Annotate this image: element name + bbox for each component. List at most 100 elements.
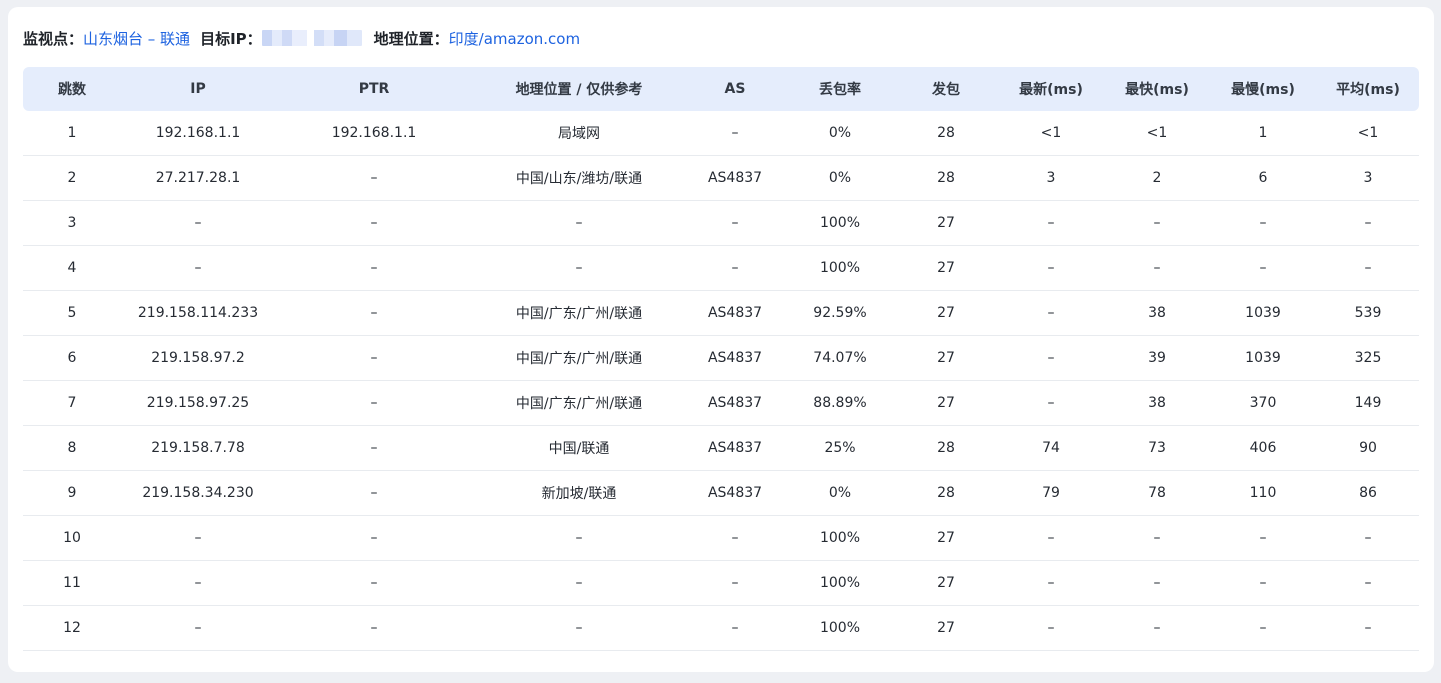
table-cell: 8 xyxy=(23,425,121,471)
column-header: IP xyxy=(190,81,206,97)
table-cell: – xyxy=(275,380,473,426)
table-cell: 6 xyxy=(23,335,121,381)
table-cell: – xyxy=(275,200,473,246)
table-cell: – xyxy=(1105,200,1209,246)
table-cell: AS4837 xyxy=(685,290,785,336)
table-cell: – xyxy=(1105,605,1209,651)
monitor-value[interactable]: 山东烟台 – 联通 xyxy=(83,28,190,49)
table-cell: 100% xyxy=(785,560,895,606)
table-cell: 27 xyxy=(895,515,997,561)
table-cell: 92.59% xyxy=(785,290,895,336)
table-cell: 10 xyxy=(23,515,121,561)
table-cell: 3 xyxy=(1317,155,1419,201)
table-cell: 27 xyxy=(895,380,997,426)
table-row: 12– – – –100% 27– – – – xyxy=(23,605,1419,651)
table-cell: – xyxy=(275,425,473,471)
table-cell: – xyxy=(121,560,275,606)
table-cell: 100% xyxy=(785,245,895,291)
table-row: 9 219.158.34.230– 新加坡/联通 AS4837 0% 28 79 78 110 8… xyxy=(23,470,1419,516)
table-cell: – xyxy=(121,200,275,246)
column-header: 地理位置 / 仅供参考 xyxy=(515,82,643,98)
table-cell: 86 xyxy=(1317,470,1419,516)
table-cell: – xyxy=(473,605,685,651)
table-cell: 4 xyxy=(23,245,121,291)
table-cell: 中国/联通 xyxy=(473,425,685,471)
table-cell: 0% xyxy=(785,155,895,201)
column-header: 平均(ms) xyxy=(1336,82,1400,98)
table-cell: – xyxy=(275,335,473,381)
table-cell: – xyxy=(275,605,473,651)
column-header: 发包 xyxy=(932,82,960,98)
table-row: 1 192.168.1.1 192.168.1.1 局域网 –0% 28 <1 <1 1 <1 xyxy=(23,111,1419,156)
table-cell: 中国/广东/广州/联通 xyxy=(473,290,685,336)
table-cell: 28 xyxy=(895,111,997,156)
table-cell: 219.158.7.78 xyxy=(121,425,275,471)
table-cell: 11 xyxy=(23,560,121,606)
table-cell: – xyxy=(1105,515,1209,561)
table-cell: 2 xyxy=(1105,155,1209,201)
table-cell: 38 xyxy=(1105,380,1209,426)
table-cell: 74.07% xyxy=(785,335,895,381)
table-cell: 74 xyxy=(997,425,1105,471)
table-cell: – xyxy=(997,605,1105,651)
table-row: 10– – – –100% 27– – – – xyxy=(23,515,1419,561)
table-row: 4– – – –100% 27– – – – xyxy=(23,245,1419,291)
column-header: 最快(ms) xyxy=(1125,82,1189,98)
table-cell: – xyxy=(1209,605,1317,651)
table-cell: AS4837 xyxy=(685,335,785,381)
table-cell: – xyxy=(997,290,1105,336)
table-cell: – xyxy=(1317,200,1419,246)
table-cell: – xyxy=(275,515,473,561)
table-cell: 1039 xyxy=(1209,290,1317,336)
table-cell: – xyxy=(997,560,1105,606)
location-label: 地理位置： xyxy=(373,29,449,48)
table-cell: – xyxy=(997,335,1105,381)
table-cell: – xyxy=(275,245,473,291)
table-cell: 新加坡/联通 xyxy=(473,470,685,516)
table-cell: <1 xyxy=(1105,111,1209,156)
table-cell: – xyxy=(997,245,1105,291)
column-header: AS xyxy=(724,81,746,97)
table-cell: 110 xyxy=(1209,470,1317,516)
table-cell: 100% xyxy=(785,515,895,561)
column-header: 最慢(ms) xyxy=(1231,82,1295,98)
column-header: 跳数 xyxy=(58,82,86,98)
table-cell: 中国/广东/广州/联通 xyxy=(473,335,685,381)
table-cell: 6 xyxy=(1209,155,1317,201)
table-cell: – xyxy=(1209,200,1317,246)
table-cell: – xyxy=(121,515,275,561)
table-cell: – xyxy=(275,560,473,606)
table-cell: 219.158.114.233 xyxy=(121,290,275,336)
table-cell: 28 xyxy=(895,425,997,471)
table-cell: – xyxy=(121,605,275,651)
table-cell: AS4837 xyxy=(685,470,785,516)
table-cell: – xyxy=(275,155,473,201)
table-row: 7 219.158.97.25– 中国/广东/广州/联通 AS4837 88.89% 27… xyxy=(23,380,1419,426)
table-cell: – xyxy=(1105,560,1209,606)
table-cell: AS4837 xyxy=(685,425,785,471)
column-header: PTR xyxy=(358,81,390,97)
table-cell: – xyxy=(1317,515,1419,561)
table-cell: – xyxy=(685,605,785,651)
table-cell: – xyxy=(1317,605,1419,651)
table-cell: 539 xyxy=(1317,290,1419,336)
table-cell: 100% xyxy=(785,605,895,651)
column-header: 丢包率 xyxy=(819,82,861,98)
table-row: 11– – – –100% 27– – – – xyxy=(23,560,1419,606)
table-cell: – xyxy=(685,200,785,246)
table-cell: 27 xyxy=(895,245,997,291)
table-cell: – xyxy=(685,245,785,291)
table-cell: 325 xyxy=(1317,335,1419,381)
table-row: 2 27.217.28.1– 中国/山东/潍坊/联通 AS4837 0% 28 3 2 6 3 xyxy=(23,155,1419,201)
header-row: 跳数 IP PTR 地理位置 / 仅供参考 AS 丢包率 发包 最新(ms) 最快(ms) 最慢(… xyxy=(23,67,1419,111)
table-cell: – xyxy=(1317,560,1419,606)
location-value[interactable]: 印度/amazon.com xyxy=(449,28,580,49)
table-cell: 5 xyxy=(23,290,121,336)
table-cell: – xyxy=(1105,245,1209,291)
masked-ip-icon xyxy=(261,30,362,46)
table-cell: 78 xyxy=(1105,470,1209,516)
traceroute-card: 监视点： 山东烟台 – 联通 目标IP： 地理位置： 印度/amazon.com… xyxy=(8,7,1434,672)
table-cell: 25% xyxy=(785,425,895,471)
table-row: 8 219.158.7.78– 中国/联通 AS4837 25% 28 74 73 406 90 xyxy=(23,425,1419,471)
table-cell: 219.158.97.25 xyxy=(121,380,275,426)
